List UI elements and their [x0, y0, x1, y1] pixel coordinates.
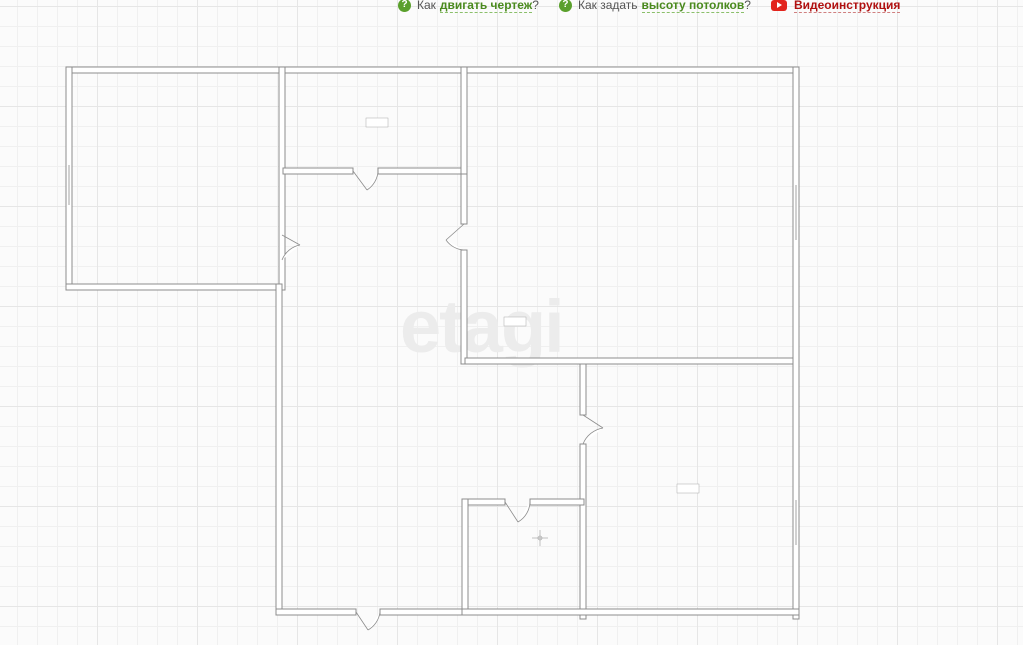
wall-left-room-south	[65, 283, 284, 291]
room-label-br	[676, 483, 700, 494]
room-label-big	[503, 316, 527, 327]
floor-plan[interactable]: etagi	[0, 0, 1023, 645]
wall-small-room-south-b	[377, 167, 468, 175]
door-bathroom	[504, 501, 531, 523]
wall-small-room-east	[460, 66, 468, 175]
wall-big-room-south	[464, 357, 800, 365]
wall-big-room-west-a	[460, 173, 468, 225]
wall-br-room-west-a	[579, 363, 587, 416]
wall-small-room-south-a	[282, 167, 354, 175]
wall-south-b	[379, 608, 469, 616]
door-entrance	[355, 611, 381, 631]
wall-corridor-west	[275, 283, 283, 615]
room-label-small	[365, 117, 389, 128]
wall-bath-west	[461, 498, 469, 616]
wall-south-c	[461, 608, 800, 616]
door-small-room	[352, 170, 379, 191]
wall-big-room-west-b	[460, 249, 468, 365]
doors	[281, 170, 604, 631]
door-br-room	[582, 414, 604, 445]
wall-bath-north-b	[529, 498, 585, 506]
wall-south-a	[275, 608, 357, 616]
door-big-room	[445, 223, 465, 251]
wall-bath-north-a	[464, 498, 506, 506]
bath-marker	[532, 530, 548, 546]
wall-north	[65, 66, 800, 74]
watermark-text: etagi	[400, 285, 563, 368]
wall-br-room-west-b	[579, 443, 587, 620]
